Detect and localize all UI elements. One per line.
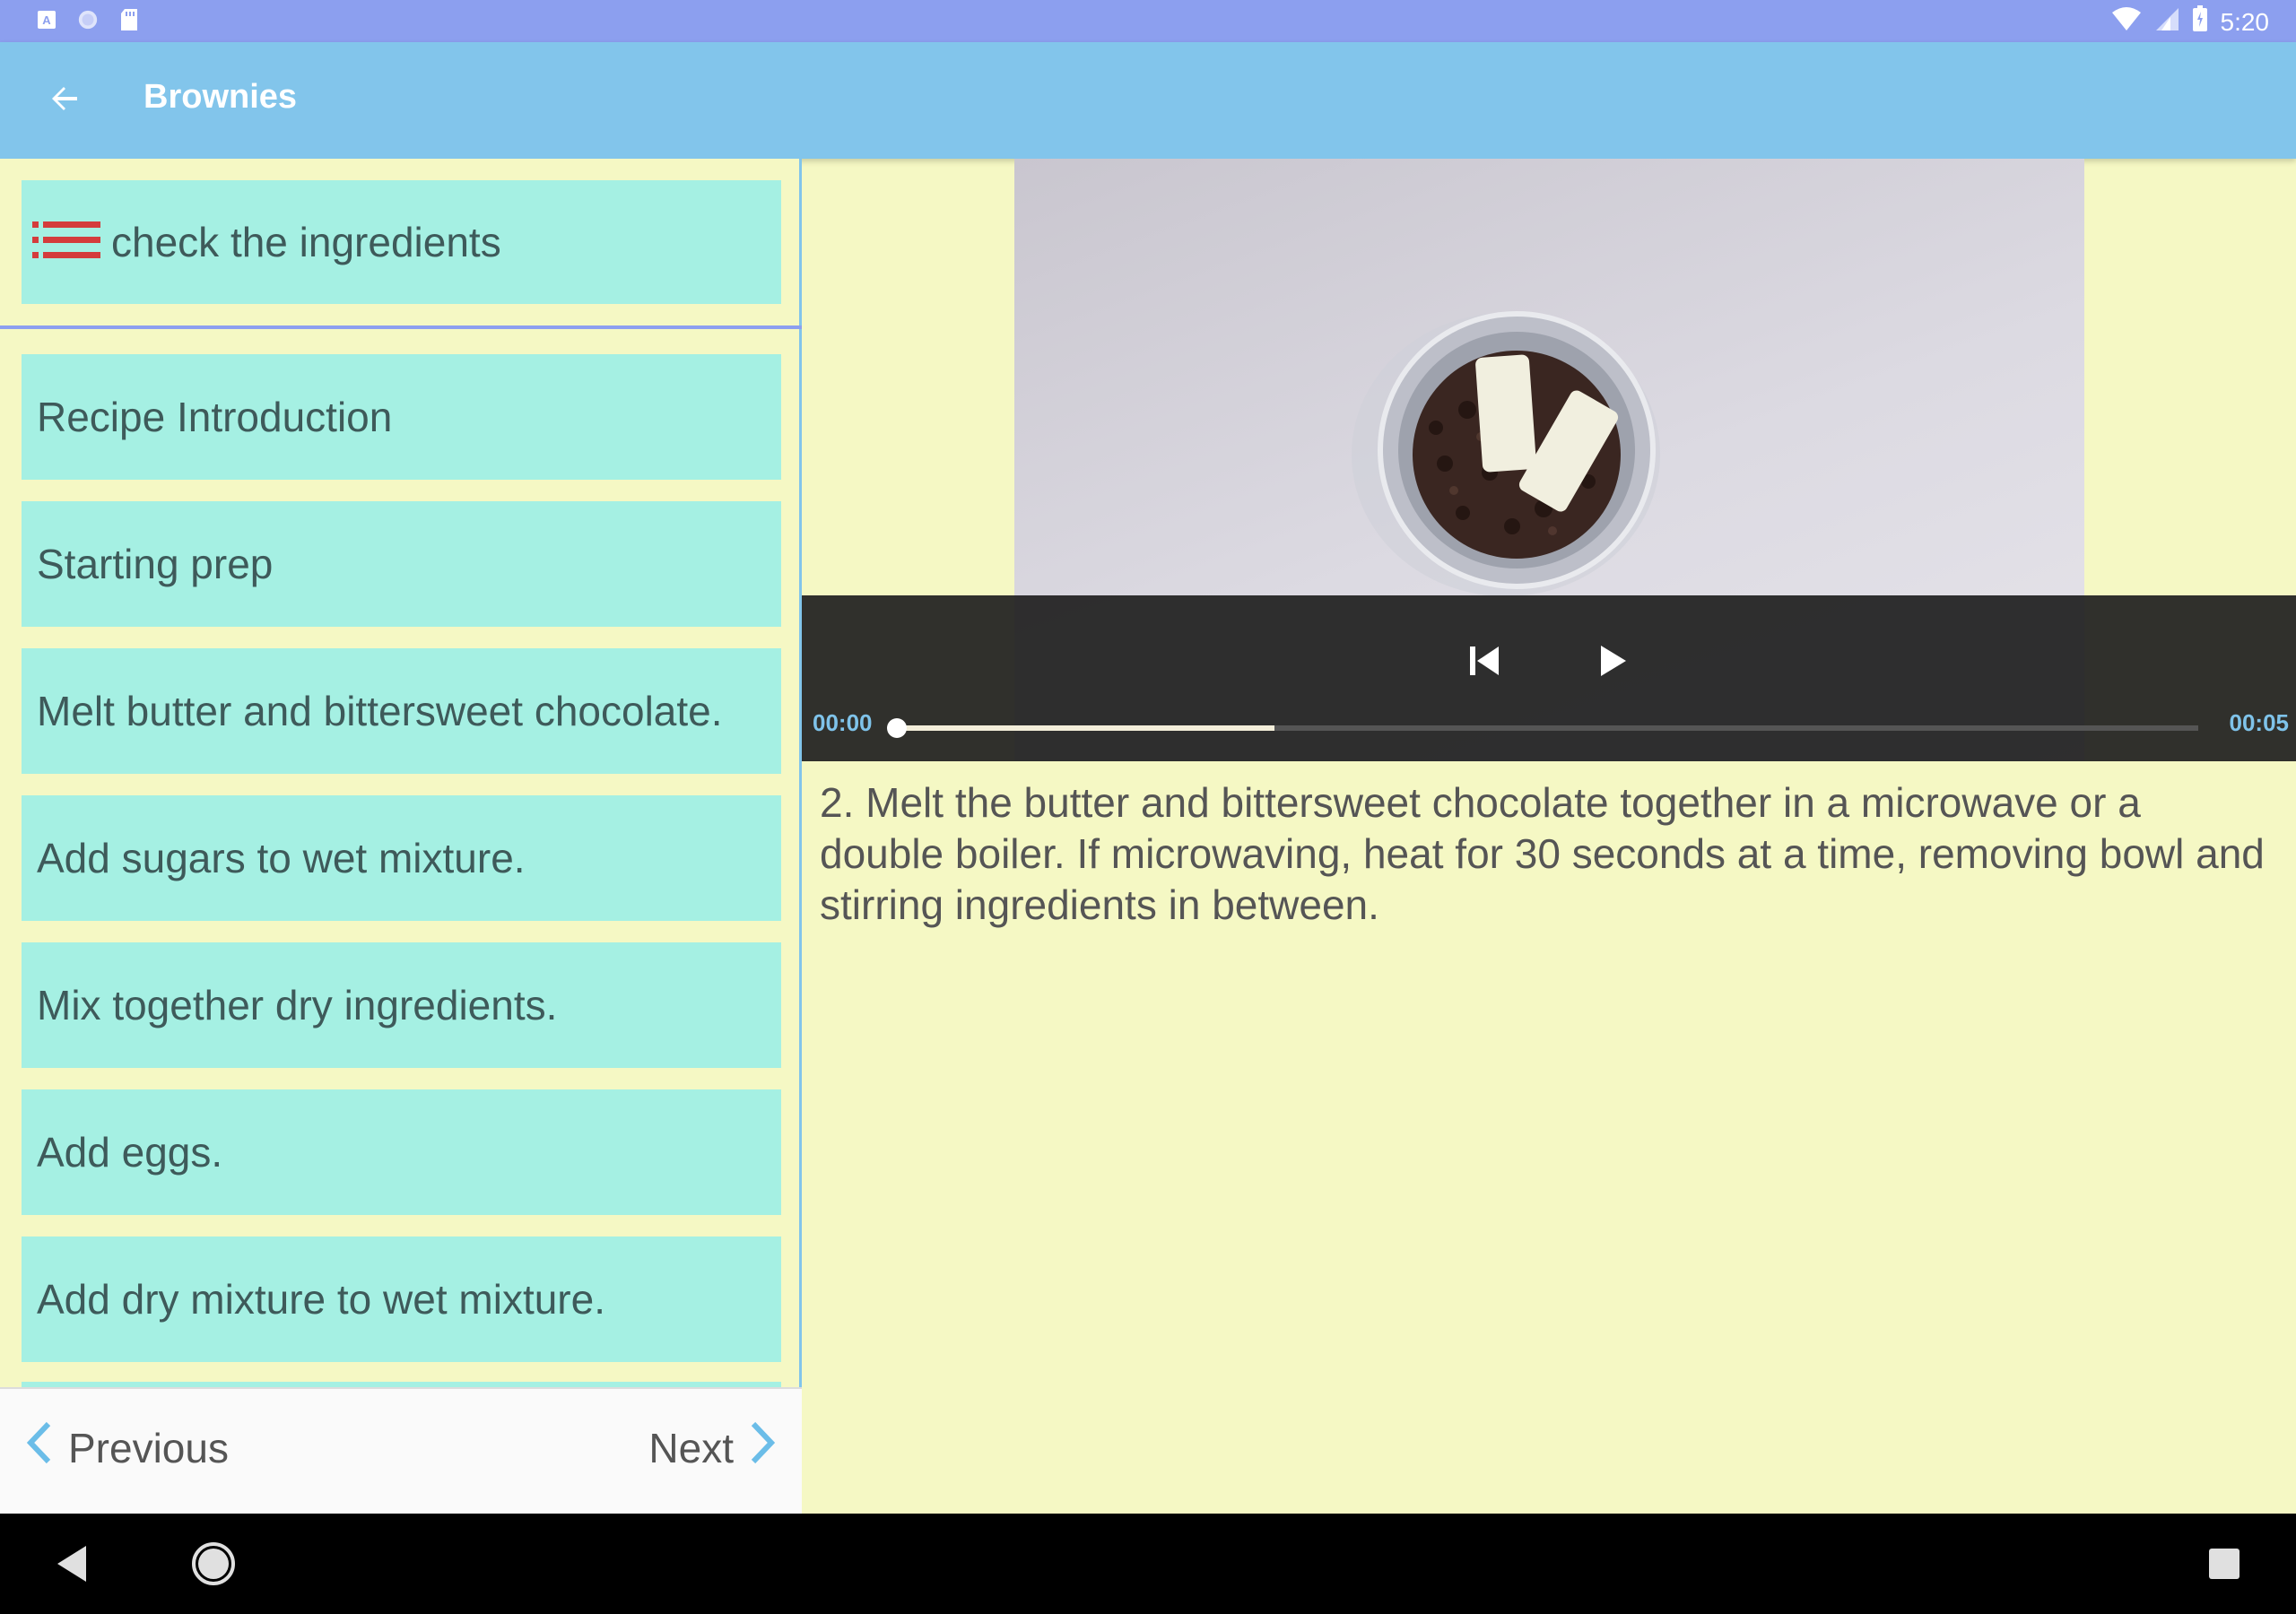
step-item[interactable]: Add eggs.	[22, 1089, 781, 1215]
step-navigation: Previous Next	[0, 1387, 802, 1514]
divider	[0, 325, 802, 329]
current-time: 00:00	[813, 709, 873, 736]
skip-previous-button[interactable]	[1453, 631, 1516, 694]
status-bar: A 5:20	[0, 0, 2296, 42]
app-bar: Brownies	[0, 42, 2296, 159]
system-recents-button[interactable]	[2197, 1539, 2251, 1592]
ingredients-button[interactable]: check the ingredients	[22, 180, 781, 304]
step-item[interactable]: Melt butter and bittersweet chocolate.	[22, 648, 781, 774]
arrow-back-icon	[48, 82, 81, 119]
duration: 00:05	[2229, 709, 2290, 736]
steps-list: Recipe Introduction Starting prep Melt b…	[22, 354, 781, 1384]
home-circle-icon	[190, 1540, 237, 1592]
signal-icon	[2154, 6, 2179, 38]
wifi-icon	[2111, 6, 2142, 38]
step-item[interactable]: Starting prep	[22, 501, 781, 627]
next-button[interactable]: Next	[648, 1421, 776, 1474]
play-icon	[1594, 643, 1630, 683]
system-navigation-bar	[0, 1514, 2296, 1614]
step-item[interactable]: Add dry mixture to wet mixture.	[22, 1237, 781, 1362]
step-item[interactable]: Mix together dry ingredients.	[22, 942, 781, 1068]
skip-previous-icon	[1466, 643, 1502, 683]
step-item[interactable]: Add sugars to wet mixture.	[22, 795, 781, 921]
sd-card-icon	[118, 7, 140, 32]
a-notification-icon: A	[36, 7, 57, 32]
chevron-right-icon	[750, 1421, 776, 1474]
status-time: 5:20	[2220, 7, 2270, 36]
seek-thumb[interactable]	[887, 718, 907, 738]
player-controls: 00:00 00:05	[802, 595, 2296, 761]
svg-text:A: A	[42, 13, 51, 27]
battery-icon	[2192, 5, 2208, 39]
previous-button[interactable]: Previous	[26, 1421, 229, 1474]
previous-label: Previous	[68, 1424, 229, 1471]
recents-square-icon	[2207, 1547, 2241, 1585]
step-item[interactable]: Recipe Introduction	[22, 354, 781, 480]
steps-pane: check the ingredients Recipe Introductio…	[0, 159, 802, 1514]
system-home-button[interactable]	[187, 1539, 240, 1592]
back-triangle-icon	[54, 1544, 90, 1588]
step-detail-pane: 00:00 00:05 2. Melt the butter and bitte…	[802, 159, 2296, 1514]
system-back-button[interactable]	[45, 1539, 99, 1592]
page-title: Brownies	[144, 78, 298, 116]
ingredients-label: check the ingredients	[111, 219, 501, 265]
play-button[interactable]	[1580, 631, 1643, 694]
circle-notification-icon	[77, 7, 99, 32]
chevron-left-icon	[26, 1421, 52, 1474]
step-description: 2. Melt the butter and bittersweet choco…	[820, 779, 2265, 928]
back-button[interactable]	[36, 72, 93, 129]
seek-buffer	[897, 725, 1274, 731]
next-label: Next	[648, 1424, 734, 1471]
seek-bar[interactable]	[887, 718, 2198, 738]
list-icon	[32, 220, 100, 265]
